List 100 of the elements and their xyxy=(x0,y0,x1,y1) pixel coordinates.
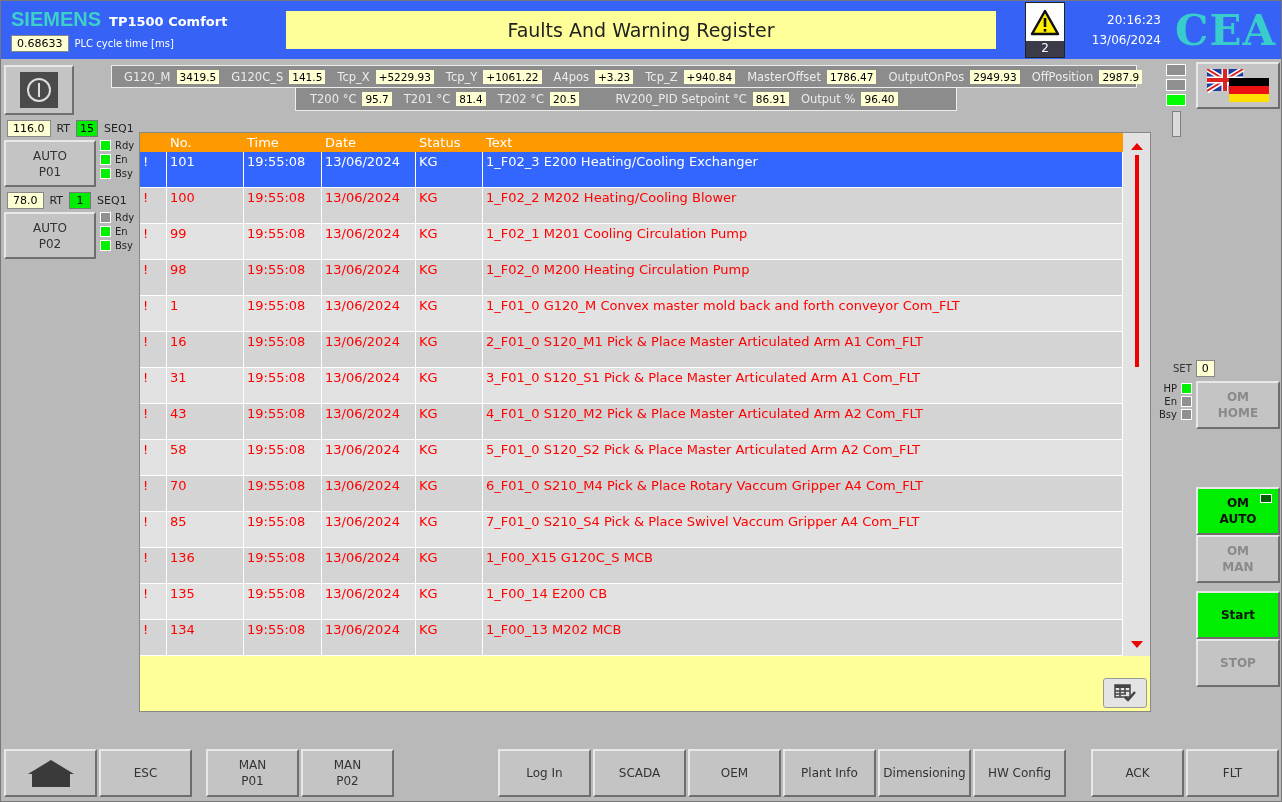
table-cell: 13/06/2024 xyxy=(322,224,416,259)
telemetry-label: Tcp_Y xyxy=(445,69,478,84)
table-cell: 31 xyxy=(167,368,244,403)
scroll-up-icon xyxy=(1129,141,1144,151)
table-cell: 13/06/2024 xyxy=(322,620,416,655)
nav-button[interactable]: ACK xyxy=(1091,749,1184,797)
table-cell: 19:55:08 xyxy=(244,476,322,511)
table-cell: ! xyxy=(140,476,167,511)
table-cell: 13/06/2024 xyxy=(322,188,416,223)
column-header: No. xyxy=(169,134,193,152)
nav-button[interactable]: Plant Info xyxy=(783,749,876,797)
clock-time: 20:16:23 xyxy=(1106,12,1161,29)
telemetry-value: +3.23 xyxy=(595,69,634,84)
alarm-row[interactable]: ! 134 19:55:08 13/06/2024 KG 1_F00_13 M202 MCB xyxy=(140,620,1123,656)
alarm-row[interactable]: ! 16 19:55:08 13/06/2024 KG 2_F01_0 S120_M1 Pick & Place Master Articulated Arm A1 Com_FLT xyxy=(140,332,1123,368)
alarm-row[interactable]: ! 135 19:55:08 13/06/2024 KG 1_F00_14 E200 CB xyxy=(140,584,1123,620)
nav-button[interactable]: HW Config xyxy=(973,749,1066,797)
telemetry-label: MasterOffset xyxy=(747,69,821,84)
power-button[interactable] xyxy=(4,65,74,115)
scroll-thumb[interactable] xyxy=(1134,155,1139,367)
mode-button[interactable]: Start xyxy=(1196,591,1280,639)
flags-icon xyxy=(1207,68,1269,103)
language-button[interactable] xyxy=(1196,62,1280,109)
scrollbar[interactable] xyxy=(1123,133,1150,656)
table-cell: ! xyxy=(140,584,167,619)
table-cell: KG xyxy=(416,368,483,403)
table-cell: KG xyxy=(416,152,483,187)
table-cell: 101 xyxy=(167,152,244,187)
telemetry-value: 81.4 xyxy=(456,92,486,106)
alarm-row[interactable]: ! 101 19:55:08 13/06/2024 KG 1_F02_3 E200 Heating/Cooling Exchanger xyxy=(140,152,1123,188)
auto-pump-button[interactable]: AUTO P02 xyxy=(4,212,96,259)
table-cell: 13/06/2024 xyxy=(322,440,416,475)
company-logo: CEA xyxy=(1175,5,1277,55)
telemetry-value: 20.5 xyxy=(550,92,580,106)
alarm-row[interactable]: ! 100 19:55:08 13/06/2024 KG 1_F02_2 M202 Heating/Cooling Blower xyxy=(140,188,1123,224)
table-cell: 70 xyxy=(167,476,244,511)
nav-button[interactable]: MAN P02 xyxy=(301,749,394,797)
power-icon xyxy=(20,72,58,108)
table-cell: 19:55:08 xyxy=(244,368,322,403)
table-cell: KG xyxy=(416,584,483,619)
telemetry-value: 2949.93 xyxy=(970,69,1020,84)
nav-button[interactable]: ESC xyxy=(99,749,192,797)
column-header: Time xyxy=(246,134,280,152)
nav-button[interactable]: MAN P01 xyxy=(206,749,299,797)
table-cell: 19:55:08 xyxy=(244,296,322,331)
table-cell: 13/06/2024 xyxy=(322,152,416,187)
nav-button[interactable]: Dimensioning xyxy=(878,749,971,797)
table-cell: KG xyxy=(416,332,483,367)
telemetry-value: 86.91 xyxy=(752,92,789,106)
telemetry-value: 3419.5 xyxy=(176,69,220,84)
table-cell: ! xyxy=(140,260,167,295)
table-settings-button[interactable] xyxy=(1103,678,1147,708)
alarm-row[interactable]: ! 58 19:55:08 13/06/2024 KG 5_F01_0 S120_S2 Pick & Place Master Articulated Arm A2 Com_FLT xyxy=(140,440,1123,476)
telemetry-label: Output % xyxy=(800,92,856,106)
telemetry-label: OffPosition xyxy=(1031,69,1094,84)
scroll-down-icon xyxy=(1129,640,1144,650)
table-cell: 13/06/2024 xyxy=(322,332,416,367)
alarm-row[interactable]: ! 136 19:55:08 13/06/2024 KG 1_F00_X15 G120C_S MCB xyxy=(140,548,1123,584)
table-cell: ! xyxy=(140,620,167,655)
table-cell: KG xyxy=(416,260,483,295)
lamp-label: Rdy xyxy=(115,212,135,223)
sequence-value: 15 xyxy=(76,120,99,137)
panel-model: TP1500 Comfort xyxy=(109,14,228,29)
alarm-row[interactable]: ! 43 19:55:08 13/06/2024 KG 4_F01_0 S120_M2 Pick & Place Master Articulated Arm A2 Com_FLT xyxy=(140,404,1123,440)
alarm-indicator[interactable]: 2 xyxy=(1025,2,1065,58)
table-cell: 100 xyxy=(167,188,244,223)
sequence-label: SEQ1 xyxy=(97,194,127,207)
lamp-label: Bsy xyxy=(115,240,133,251)
telemetry-label: T202 °C xyxy=(497,92,545,106)
alarm-row[interactable]: ! 98 19:55:08 13/06/2024 KG 1_F02_0 M200 Heating Circulation Pump xyxy=(140,260,1123,296)
home-button[interactable] xyxy=(4,749,97,797)
alarm-row[interactable]: ! 70 19:55:08 13/06/2024 KG 6_F01_0 S210_M4 Pick & Place Rotary Vaccum Gripper A4 Com_FLT xyxy=(140,476,1123,512)
telemetry-label: T200 °C xyxy=(310,92,357,106)
alarm-row[interactable]: ! 31 19:55:08 13/06/2024 KG 3_F01_0 S120_S1 Pick & Place Master Articulated Arm A1 Com_FLT xyxy=(140,368,1123,404)
nav-button[interactable]: OEM xyxy=(688,749,781,797)
alarm-row[interactable]: ! 99 19:55:08 13/06/2024 KG 1_F02_1 M201 Cooling Circulation Pump xyxy=(140,224,1123,260)
table-cell: 19:55:08 xyxy=(244,224,322,259)
nav-button[interactable]: FLT xyxy=(1186,749,1279,797)
telemetry-value: +940.84 xyxy=(683,69,736,84)
column-header: Text xyxy=(485,134,514,152)
alarm-row[interactable]: ! 85 19:55:08 13/06/2024 KG 7_F01_0 S210_S4 Pick & Place Swivel Vaccum Gripper A4 Com_FLT xyxy=(140,512,1123,548)
table-cell: KG xyxy=(416,476,483,511)
table-cell: KG xyxy=(416,404,483,439)
table-cell: ! xyxy=(140,512,167,547)
clock-date: 13/06/2024 xyxy=(1091,32,1161,49)
auto-pump-button[interactable]: AUTO P01 xyxy=(4,140,96,187)
table-cell: 19:55:08 xyxy=(244,548,322,583)
column-header: Status xyxy=(418,134,462,152)
telemetry-label: Tcp_X xyxy=(337,69,370,84)
table-cell: KG xyxy=(416,512,483,547)
cycle-time-value: 0.68633 xyxy=(11,35,69,52)
table-cell: ! xyxy=(140,224,167,259)
mode-button[interactable]: OM AUTO xyxy=(1196,487,1280,535)
table-cell: 13/06/2024 xyxy=(322,476,416,511)
alarm-row[interactable]: ! 1 19:55:08 13/06/2024 KG 1_F01_0 G120_M Convex master mold back and forth conveyor Com_FLT xyxy=(140,296,1123,332)
table-cell: 134 xyxy=(167,620,244,655)
table-cell: 19:55:08 xyxy=(244,188,322,223)
nav-button[interactable]: SCADA xyxy=(593,749,686,797)
nav-button[interactable]: Log In xyxy=(498,749,591,797)
table-check-icon xyxy=(1114,684,1136,702)
